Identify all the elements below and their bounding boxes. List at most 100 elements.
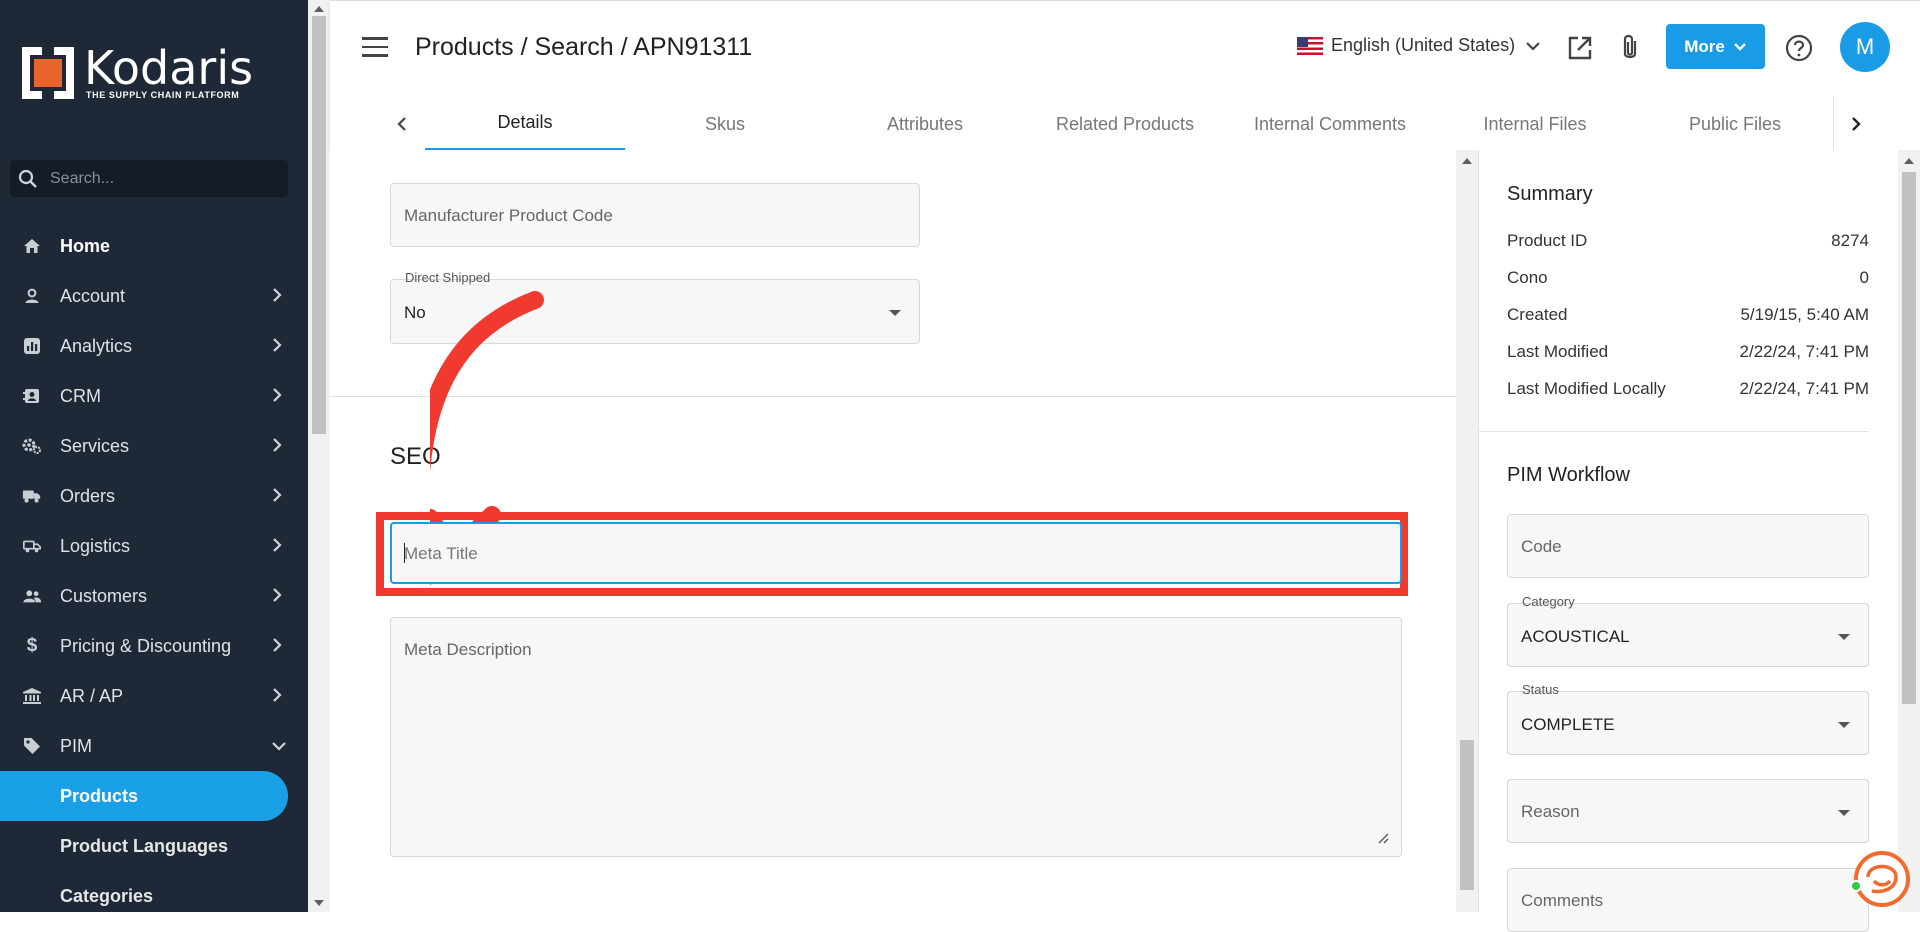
tab-skus[interactable]: Skus: [625, 97, 825, 151]
sidebar-item-orders[interactable]: Orders: [0, 471, 308, 521]
help-icon[interactable]: [1785, 34, 1813, 62]
sidebar-item-logistics[interactable]: Logistics: [0, 521, 308, 571]
dropdown-caret-icon: [889, 310, 901, 316]
details-panel: Manufacturer Product Code Direct Shipped…: [330, 150, 1456, 912]
user-icon: [22, 286, 42, 306]
people-icon: [22, 586, 42, 606]
sidebar-item-customers[interactable]: Customers: [0, 571, 308, 621]
sidebar-item-analytics[interactable]: Analytics: [0, 321, 308, 371]
summary-value: 2/22/24, 7:41 PM: [1739, 379, 1869, 398]
scrollbar-thumb[interactable]: [312, 16, 326, 434]
chat-widget-icon[interactable]: [1854, 851, 1910, 907]
meta-title-input[interactable]: Meta Title: [390, 522, 1402, 584]
field-placeholder: Manufacturer Product Code: [404, 206, 613, 225]
sidebar-item-label: Account: [60, 285, 126, 306]
sidebar-item-home[interactable]: Home: [0, 221, 308, 271]
online-status-dot: [1850, 880, 1862, 892]
field-value: COMPLETE: [1521, 715, 1615, 734]
scroll-down-arrow-icon[interactable]: [314, 900, 324, 906]
kodaris-logo[interactable]: Kodaris THE SUPPLY CHAIN PLATFORM: [22, 41, 254, 100]
page-header: Products / Search / APN91311 English (Un…: [330, 0, 1920, 151]
scrollbar-thumb[interactable]: [1460, 740, 1474, 890]
sidebar-subitem-label: Products: [60, 785, 139, 806]
scrollbar-thumb[interactable]: [1902, 172, 1916, 704]
comments-field[interactable]: Comments: [1507, 868, 1869, 932]
sidebar-item-ar-ap[interactable]: AR / AP: [0, 671, 308, 721]
field-placeholder: Meta Description: [404, 640, 532, 659]
sidebar-search[interactable]: [10, 160, 288, 197]
sidebar-item-label: CRM: [60, 385, 101, 406]
summary-row-cono: Cono 0: [1507, 268, 1869, 288]
bank-icon: [22, 686, 42, 706]
tab-details[interactable]: Details: [425, 97, 625, 151]
chevron-down-icon: [272, 742, 286, 751]
gear-icon: [22, 436, 42, 456]
summary-row-product-id: Product ID 8274: [1507, 231, 1869, 251]
sidebar-subitem-categories[interactable]: Categories: [0, 871, 308, 921]
tab-bar: Details Skus Attributes Related Products…: [330, 97, 1920, 151]
sidebar-item-crm[interactable]: CRM: [0, 371, 308, 421]
summary-panel: Summary Product ID 8274 Cono 0 Created 5/19…: [1478, 150, 1898, 932]
sidebar-item-pricing[interactable]: $ Pricing & Discounting: [0, 621, 308, 671]
scroll-up-arrow-icon[interactable]: [1904, 158, 1914, 164]
meta-description-textarea[interactable]: Meta Description: [390, 617, 1402, 857]
code-field[interactable]: Code: [1507, 514, 1869, 578]
sidebar-item-label: Home: [60, 235, 111, 256]
tab-internal-files[interactable]: Internal Files: [1435, 97, 1635, 151]
content-scrollbar[interactable]: [1456, 150, 1478, 912]
field-value: No: [404, 303, 426, 322]
scroll-up-arrow-icon[interactable]: [1462, 158, 1472, 164]
language-selector[interactable]: English (United States): [1297, 35, 1541, 56]
field-placeholder: Code: [1521, 537, 1562, 556]
brand-name: Kodaris: [84, 41, 254, 95]
status-select[interactable]: Status COMPLETE: [1507, 682, 1869, 755]
sidebar-item-label: Orders: [60, 485, 116, 506]
page-title: Products / Search / APN91311: [415, 33, 753, 61]
sidebar-subitem-product-languages[interactable]: Product Languages: [0, 821, 308, 871]
tab-related-products[interactable]: Related Products: [1025, 97, 1225, 151]
reason-select[interactable]: Reason: [1507, 779, 1869, 843]
tab-internal-comments[interactable]: Internal Comments: [1230, 97, 1430, 151]
chevron-down-icon: [1526, 41, 1540, 51]
sidebar-item-account[interactable]: Account: [0, 271, 308, 321]
field-value: ACOUSTICAL: [1521, 627, 1630, 646]
search-input[interactable]: [50, 169, 250, 188]
tab-attributes[interactable]: Attributes: [825, 97, 1025, 151]
tab-public-files[interactable]: Public Files: [1635, 97, 1835, 151]
scroll-up-arrow-icon[interactable]: [314, 6, 324, 12]
sidebar-item-label: Services: [60, 435, 130, 456]
open-external-icon[interactable]: [1567, 35, 1593, 61]
dollar-icon: $: [26, 635, 38, 656]
sidebar-scrollbar[interactable]: [308, 0, 330, 912]
chevron-right-icon: [273, 338, 282, 352]
category-select[interactable]: Category ACOUSTICAL: [1507, 594, 1869, 667]
field-label: Status: [1522, 682, 1559, 697]
summary-label: Last Modified Locally: [1507, 379, 1666, 398]
tab-scroll-right-icon[interactable]: [1833, 97, 1878, 151]
sidebar-item-label: Pricing & Discounting: [60, 635, 232, 656]
summary-label: Product ID: [1507, 231, 1588, 250]
summary-row-last-modified: Last Modified 2/22/24, 7:41 PM: [1507, 342, 1869, 362]
resize-handle-icon[interactable]: [1377, 832, 1389, 844]
dropdown-caret-icon: [1838, 810, 1850, 816]
sidebar-item-pim[interactable]: PIM: [0, 721, 308, 771]
sidebar-item-services[interactable]: Services: [0, 421, 308, 471]
sidebar-item-label: Customers: [60, 585, 148, 606]
search-icon: [18, 169, 37, 188]
truck-icon: [22, 486, 42, 506]
avatar[interactable]: M: [1840, 22, 1890, 72]
more-button-label: More: [1684, 36, 1725, 56]
sidebar-subitem-products[interactable]: Products: [0, 771, 288, 821]
chevron-right-icon: [273, 438, 282, 452]
more-button[interactable]: More: [1666, 24, 1765, 69]
section-divider: [1479, 431, 1869, 432]
tab-scroll-left-icon[interactable]: [387, 109, 417, 139]
summary-value: 8274: [1831, 231, 1869, 250]
panel-scrollbar[interactable]: [1898, 150, 1920, 912]
chevron-right-icon: [273, 388, 282, 402]
chevron-down-icon: [1733, 42, 1746, 51]
attachment-icon[interactable]: [1620, 33, 1640, 63]
manufacturer-product-code-field[interactable]: Manufacturer Product Code: [390, 183, 920, 247]
chevron-right-icon: [273, 588, 282, 602]
menu-icon[interactable]: [362, 37, 388, 57]
